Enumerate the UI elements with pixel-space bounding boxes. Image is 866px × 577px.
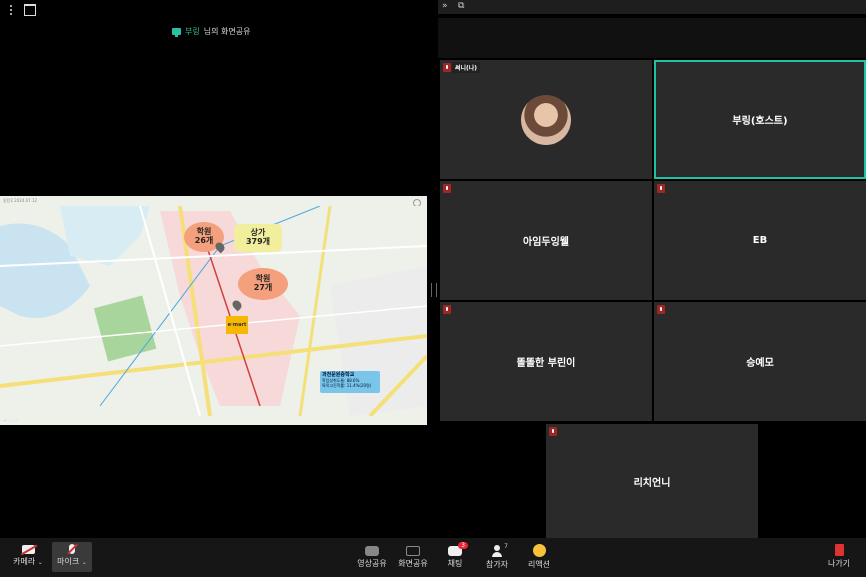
camera-off-icon bbox=[21, 545, 35, 554]
school-info-card: 과천문원중학교 학업성취도율: 88.6% 특목고진학률: 11.4%(20명) bbox=[320, 371, 380, 393]
academy-label-b: 학원 27개 bbox=[238, 268, 288, 300]
participants-button[interactable]: 7 참가자 bbox=[482, 543, 512, 570]
chat-button[interactable]: 3 채팅 bbox=[440, 542, 470, 569]
calendar-icon[interactable] bbox=[24, 4, 36, 16]
participant-name: 승예모 bbox=[746, 358, 774, 369]
mic-muted-icon bbox=[657, 184, 665, 193]
screen-share-banner: 부링 님의 화면공유 bbox=[172, 26, 250, 37]
popout-icon[interactable]: ⧉ bbox=[458, 1, 464, 11]
panel-resize-handle[interactable] bbox=[431, 283, 437, 297]
participant-tile[interactable]: 승예모 bbox=[654, 302, 866, 421]
chevron-down-icon[interactable]: ⌄ bbox=[38, 559, 43, 566]
screen-share-icon bbox=[406, 546, 420, 556]
emoji-icon bbox=[532, 544, 546, 557]
video-share-button[interactable]: 영상공유 bbox=[354, 544, 390, 569]
participant-strip bbox=[438, 18, 866, 58]
participant-name: EB bbox=[752, 235, 768, 246]
mic-muted-icon bbox=[443, 305, 451, 314]
participant-tile[interactable]: EB bbox=[654, 181, 866, 300]
more-options-icon[interactable] bbox=[6, 4, 16, 16]
mic-muted-icon bbox=[549, 427, 557, 436]
share-banner-suffix: 님의 화면공유 bbox=[203, 27, 251, 36]
chat-icon: 3 bbox=[448, 542, 468, 556]
video-play-icon bbox=[365, 546, 379, 556]
participant-tile-active[interactable]: 부링(호스트) bbox=[654, 60, 866, 179]
participant-tile[interactable]: 아임두잉웰 bbox=[440, 181, 652, 300]
participant-tile[interactable]: 써니(나) bbox=[440, 60, 652, 179]
mic-muted-icon bbox=[443, 63, 451, 72]
participant-name: 아임두잉웰 bbox=[523, 237, 569, 248]
participant-panel-header bbox=[438, 0, 866, 14]
screen-share-button[interactable]: 화면공유 bbox=[395, 544, 431, 569]
participant-tile[interactable]: 리치언니 bbox=[546, 424, 758, 538]
shops-label: 상가 379개 bbox=[234, 224, 282, 252]
avatar bbox=[521, 94, 571, 145]
sharer-name: 부링 bbox=[185, 27, 200, 36]
participant-name: 똘똘한 부린이 bbox=[516, 358, 576, 369]
exit-door-icon bbox=[834, 544, 844, 556]
person-icon: 7 bbox=[492, 543, 508, 557]
mic-button[interactable]: 마이크 ⌄ bbox=[52, 542, 92, 572]
mic-muted-icon bbox=[443, 184, 451, 193]
participant-tile[interactable]: 똘똘한 부린이 bbox=[440, 302, 652, 421]
participant-name: 리치언니 bbox=[633, 477, 671, 489]
monitor-icon bbox=[172, 28, 181, 37]
meeting-toolbar bbox=[0, 538, 866, 577]
chevron-down-icon[interactable]: ⌄ bbox=[82, 559, 87, 566]
shared-screen-header: 동탄2 2024.07.12 bbox=[3, 198, 38, 203]
collapse-icon[interactable]: » bbox=[442, 1, 448, 11]
leave-button[interactable]: 나가기 bbox=[824, 544, 854, 569]
chat-badge: 3 bbox=[458, 542, 468, 549]
mic-off-icon bbox=[69, 544, 75, 554]
emart-logo: e·mart bbox=[226, 316, 248, 334]
reaction-button[interactable]: 리액션 bbox=[524, 544, 554, 570]
participant-name: 써니(나) bbox=[452, 62, 481, 73]
camera-button[interactable]: 카메라 ⌄ bbox=[8, 542, 48, 567]
participant-name: 부링(호스트) bbox=[732, 116, 788, 127]
mic-muted-icon bbox=[657, 305, 665, 314]
participants-count: 7 bbox=[504, 543, 508, 550]
map-footer: — ◦ ◦ ◦ bbox=[3, 418, 18, 423]
